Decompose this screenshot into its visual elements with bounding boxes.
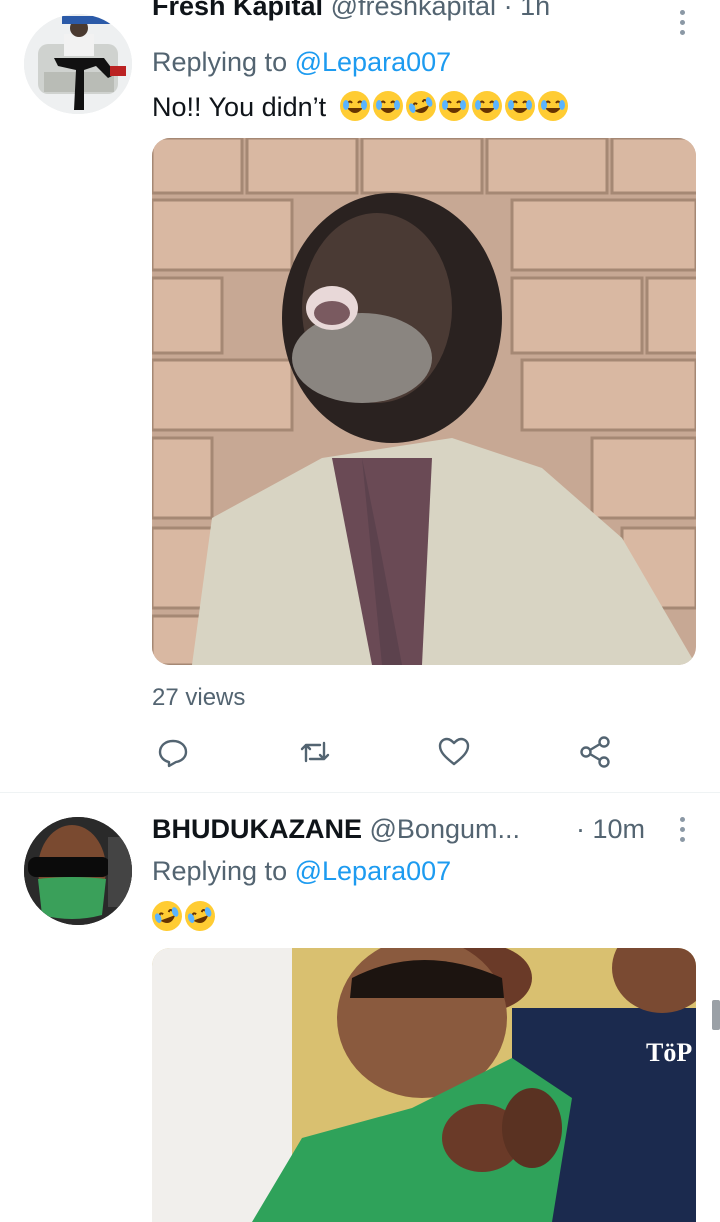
rolling-on-floor-laughing-emoji: [180, 896, 220, 936]
face-with-tears-of-joy-emoji: [438, 91, 469, 121]
like-icon[interactable]: [437, 735, 471, 769]
timestamp[interactable]: 1h: [520, 0, 550, 21]
separator-dot: ·: [576, 814, 585, 844]
avatar-image: [24, 14, 132, 114]
laughing-man-photo: [152, 138, 696, 665]
face-with-tears-of-joy-emoji: [471, 91, 502, 121]
tweet-text-body: No!! You didn’t: [152, 92, 327, 122]
more-options-icon[interactable]: [680, 10, 686, 40]
timestamp[interactable]: 10m: [593, 814, 646, 844]
user-handle[interactable]: @Bongum...: [370, 814, 520, 844]
separator-dot: ·: [503, 0, 513, 21]
tweet-text: [147, 896, 220, 936]
avatar[interactable]: [24, 14, 132, 114]
tweet-media-image[interactable]: TöP: [152, 948, 696, 1222]
face-with-tears-of-joy-emoji: [537, 91, 568, 121]
emoji-row: [147, 896, 220, 936]
display-name[interactable]: Fresh Kapital: [152, 0, 323, 21]
face-with-tears-of-joy-emoji: [504, 91, 535, 121]
replying-to: Replying to @Lepara007: [152, 46, 451, 78]
tweet-time: · 10m: [576, 813, 645, 845]
face-with-tears-of-joy-emoji: [339, 91, 370, 121]
rolling-on-floor-laughing-emoji: [147, 896, 187, 936]
retweet-icon[interactable]: [298, 735, 332, 769]
face-with-tears-of-joy-emoji: [372, 91, 403, 121]
group-hug-photo: [152, 948, 696, 1222]
display-name[interactable]: BHUDUKAZANE: [152, 814, 362, 844]
replying-to-label: Replying to: [152, 47, 288, 77]
scrollbar-thumb[interactable]: [712, 1000, 720, 1030]
share-icon[interactable]: [578, 735, 612, 769]
tweet-media-image[interactable]: [152, 138, 696, 665]
mention-link[interactable]: @Lepara007: [295, 47, 452, 77]
reply-icon[interactable]: [156, 735, 190, 769]
view-count[interactable]: 27 views: [152, 684, 245, 712]
tweet-1[interactable]: Fresh Kapital @freshkapital · 1h Replyin…: [0, 0, 720, 790]
tweet-text: No!! You didn’t: [152, 86, 571, 126]
emoji-row: [339, 86, 571, 126]
tweet-2[interactable]: BHUDUKAZANE @Bongum... · 10m Replying to…: [0, 793, 720, 1222]
avatar-image: [24, 817, 132, 925]
more-options-icon[interactable]: [680, 817, 686, 847]
rolling-on-floor-laughing-emoji: [401, 86, 440, 126]
replying-to: Replying to @Lepara007: [152, 855, 451, 887]
mention-link[interactable]: @Lepara007: [295, 856, 452, 886]
user-handle[interactable]: @freshkapital: [331, 0, 496, 21]
tweet-header: BHUDUKAZANE @Bongum...: [152, 813, 520, 845]
media-overlay-text: TöP: [646, 1038, 693, 1067]
avatar[interactable]: [24, 817, 132, 925]
replying-to-label: Replying to: [152, 856, 288, 886]
tweet-header: Fresh Kapital @freshkapital · 1h: [152, 0, 550, 22]
